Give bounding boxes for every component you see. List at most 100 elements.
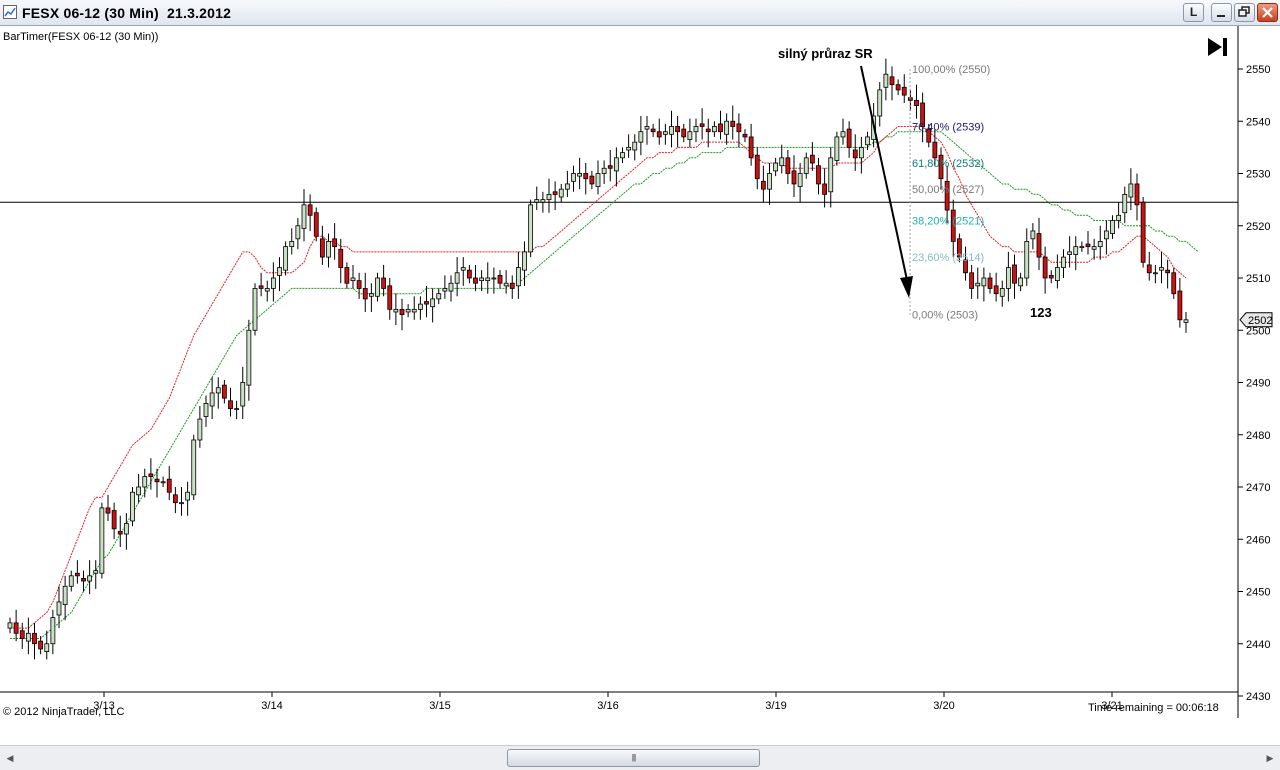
- candle-down-body: [307, 204, 313, 216]
- candle-up-body: [209, 392, 215, 407]
- candle: [1085, 230, 1091, 255]
- candle-up-body: [326, 241, 331, 258]
- candle-up-body: [779, 157, 785, 167]
- restore-button[interactable]: [1234, 3, 1255, 22]
- candle-up-body: [595, 173, 601, 187]
- candle: [834, 131, 840, 166]
- candle: [1018, 272, 1024, 292]
- candle-down-body: [932, 141, 938, 159]
- candle-up-body: [528, 204, 534, 253]
- candle-up-body: [1030, 230, 1036, 240]
- skip-to-end-button[interactable]: [1206, 36, 1230, 58]
- candle-up-body: [534, 199, 540, 203]
- candle-up-body: [185, 491, 191, 501]
- candle: [785, 149, 791, 184]
- candle: [1005, 251, 1011, 302]
- candle-up-body: [877, 89, 883, 117]
- candle-down-body: [38, 640, 44, 650]
- candle-up-body: [485, 277, 491, 282]
- candle-down-body: [993, 285, 999, 295]
- candle: [1110, 215, 1115, 239]
- link-button[interactable]: L: [1183, 3, 1204, 22]
- candle-up-body: [1116, 214, 1122, 221]
- candle: [1073, 236, 1079, 271]
- candle-up-body: [503, 282, 509, 287]
- candle-down-body: [589, 175, 595, 185]
- candle-up-body: [687, 131, 693, 140]
- candle-up-body: [277, 267, 282, 276]
- y-tick-label: 2550: [1246, 64, 1270, 76]
- candle: [638, 116, 644, 156]
- candle-up-body: [368, 293, 374, 297]
- candle-up-body: [601, 167, 607, 174]
- candle: [215, 377, 221, 409]
- candle-up-body: [375, 277, 380, 297]
- candle-down-body: [607, 165, 613, 169]
- candle: [160, 476, 166, 487]
- candle-up-body: [865, 136, 870, 146]
- price-chart[interactable]: 2430244024502460247024802490250025102520…: [0, 26, 1280, 746]
- candle: [1171, 267, 1177, 299]
- candle: [258, 272, 264, 297]
- candle: [221, 379, 227, 404]
- candle: [454, 257, 460, 297]
- minimize-button[interactable]: [1211, 3, 1232, 22]
- candle-up-body: [289, 241, 295, 248]
- candle: [1048, 270, 1054, 284]
- candle: [675, 116, 681, 148]
- candle: [497, 270, 503, 289]
- candle-up-body: [405, 308, 411, 313]
- candle-down-body: [969, 272, 975, 289]
- candle-down-body: [319, 238, 325, 258]
- candle: [760, 165, 766, 203]
- y-tick-label: 2490: [1246, 378, 1270, 390]
- candle-down-body: [816, 165, 821, 185]
- candle-up-body: [999, 288, 1005, 297]
- candle-up-body: [87, 575, 93, 582]
- candle-up-body: [1159, 267, 1164, 271]
- candle: [1159, 251, 1164, 284]
- candle: [620, 147, 625, 164]
- candle-down-body: [1171, 272, 1177, 295]
- candle: [411, 296, 417, 320]
- candle: [515, 251, 521, 299]
- close-button[interactable]: [1257, 3, 1278, 22]
- candle: [969, 264, 975, 299]
- candle: [485, 262, 491, 294]
- candle: [68, 570, 74, 592]
- fib-level-label: 100,00% (2550): [912, 64, 990, 76]
- candle-down-body: [19, 630, 25, 639]
- candle: [1030, 223, 1036, 250]
- y-tick-label: 2430: [1246, 691, 1270, 703]
- candle-down-body: [1085, 243, 1091, 248]
- candle-up-body: [797, 173, 803, 187]
- candle-up-body: [693, 126, 699, 133]
- horizontal-scrollbar[interactable]: ◀ |||| ▶: [0, 745, 1280, 770]
- scroll-right-arrow-icon[interactable]: ▶: [1262, 750, 1278, 766]
- candle: [228, 387, 233, 417]
- candle-down-body: [166, 478, 172, 493]
- candle: [19, 622, 25, 649]
- scroll-thumb[interactable]: ||||: [507, 749, 760, 767]
- candle-up-body: [840, 131, 846, 138]
- candle: [252, 283, 258, 336]
- candle: [405, 304, 411, 318]
- candle-up-body: [448, 282, 454, 292]
- candle: [399, 298, 405, 331]
- candle: [920, 92, 926, 143]
- candle-down-body: [656, 131, 662, 138]
- candle-up-body: [246, 329, 252, 386]
- candle-down-body: [362, 288, 368, 300]
- candle-up-body: [564, 183, 570, 190]
- candle-up-body: [350, 277, 356, 282]
- candle-down-body: [387, 285, 393, 310]
- candle-down-body: [228, 400, 233, 410]
- candle: [264, 280, 270, 302]
- fib-level-label: 38,20% (2521): [912, 216, 984, 228]
- fib-level-label: 61,80% (2532): [912, 158, 984, 170]
- scroll-left-arrow-icon[interactable]: ◀: [2, 750, 18, 766]
- candle: [754, 147, 760, 190]
- candle-up-body: [491, 277, 497, 280]
- candle: [1042, 246, 1048, 294]
- candle-up-body: [1024, 241, 1030, 279]
